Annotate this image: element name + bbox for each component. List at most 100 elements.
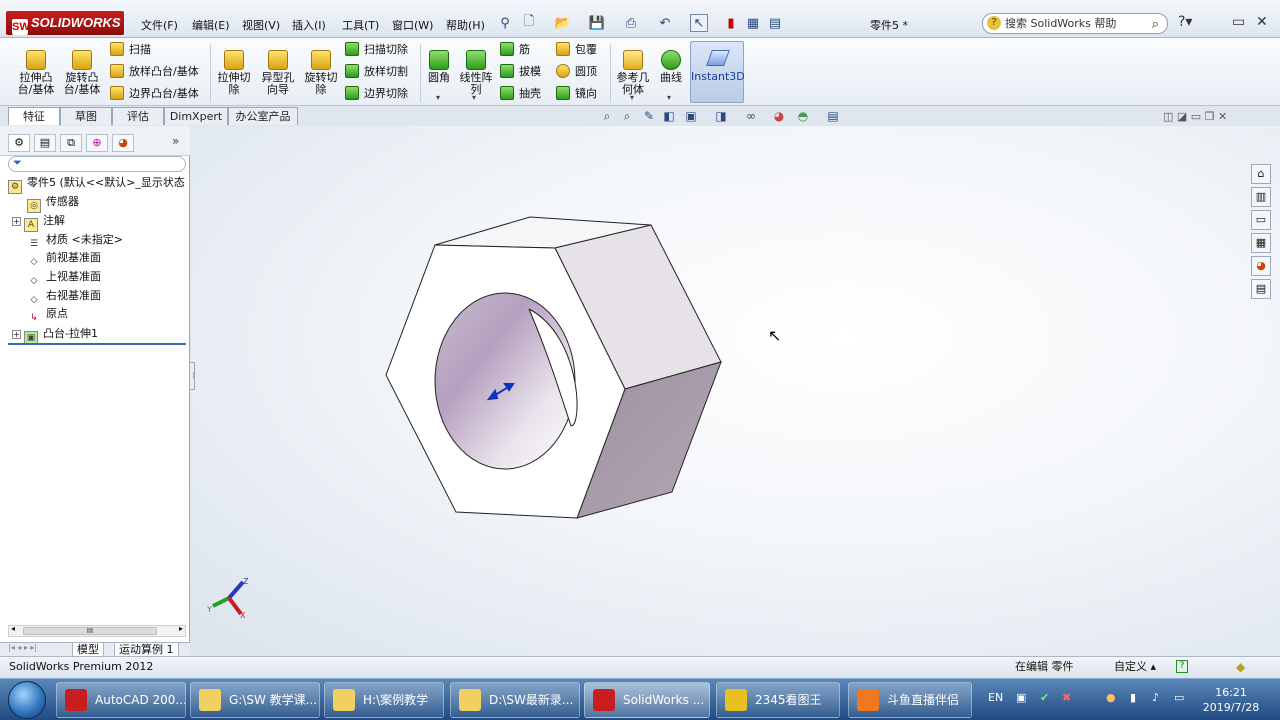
tray-security-icon[interactable]: ✔ [1040,691,1049,704]
menu-file[interactable]: 文件(F) [141,17,178,33]
dome-button[interactable]: 圆顶 [556,63,597,81]
edit-appearance-icon[interactable]: ◕ [771,108,787,124]
custom-properties-icon[interactable]: ▤ [1251,279,1271,299]
revolve-cut-button[interactable]: 旋转切 除 [300,42,342,96]
reference-triad[interactable]: Y Z X [205,576,253,620]
instant3d-button[interactable]: Instant3D [690,41,745,103]
menu-window[interactable]: 窗口(W) [392,17,433,33]
tree-item-boss-extrude[interactable]: + ▣ 凸台-拉伸1 [12,325,98,345]
resources-home-icon[interactable]: ⌂ [1251,164,1271,184]
start-button[interactable] [8,681,46,719]
search-icon[interactable]: ⌕ [1152,15,1159,34]
menu-help[interactable]: 帮助(H) [446,17,485,33]
hex-nut-model[interactable] [191,126,1251,656]
rib-button[interactable]: 筋 [500,41,530,59]
scroll-right-icon[interactable]: ▸ [179,624,183,633]
menu-edit[interactable]: 编辑(E) [192,17,230,33]
tree-filter-input[interactable]: ⏷ [8,156,186,172]
design-library-icon[interactable]: ▥ [1251,187,1271,207]
view-settings-icon[interactable]: ▤ [825,108,841,124]
property-manager-tab-icon[interactable]: ▤ [34,134,56,152]
tray-network-icon[interactable]: ▣ [1016,691,1026,704]
draft-button[interactable]: 拔模 [500,63,541,81]
expand-panel-icon[interactable]: » [172,134,179,148]
graphics-area[interactable]: ⋮ ⌕ ⌕ ✎ ◧ ▣ ◨ ∞ ◕ ◓ ▤ ◫ ◪ ▭ ❐ ✕ ⌂ ▥ ▭ ▦ … [189,109,1280,656]
tab-nav-icons[interactable]: |◂ ◂ ▸ ▸| [8,643,37,652]
configuration-manager-tab-icon[interactable]: ⧉ [60,134,82,152]
loft-boss-button[interactable]: 放样凸台/基体 [110,63,199,81]
pattern-dropdown-icon[interactable]: ▾ [472,93,476,102]
scroll-left-icon[interactable]: ◂ [11,624,15,633]
mirror-button[interactable]: 镜向 [556,85,597,103]
tray-display-icon[interactable]: ▭ [1174,691,1184,704]
zoom-to-fit-icon[interactable]: ⌕ [599,108,615,124]
open-icon[interactable]: 📂 [554,14,572,32]
fillet-dropdown-icon[interactable]: ▾ [436,93,440,102]
tab-model[interactable]: 模型 [72,643,104,657]
extrude-cut-button[interactable]: 拉伸切 除 [214,42,254,96]
viewport-window-controls[interactable]: ◫ ◪ ▭ ❐ ✕ [1163,110,1227,123]
file-explorer-icon[interactable]: ▭ [1251,210,1271,230]
swept-cut-button[interactable]: 扫描切除 [345,41,408,59]
sweep-button[interactable]: 扫描 [110,41,151,59]
scroll-thumb[interactable]: III [23,627,157,635]
fillet-button[interactable]: 圆角 [424,42,454,84]
tree-item-top-plane[interactable]: ◇ 上视基准面 [27,268,101,286]
tree-item-sensors[interactable]: ◎ 传感器 [27,193,79,213]
tree-item-front-plane[interactable]: ◇ 前视基准面 [27,249,101,267]
help-search-input[interactable]: ? 搜索 SolidWorks 帮助 ⌕ [982,13,1168,34]
taskbar-autocad[interactable]: AutoCAD 200... [56,682,186,718]
reference-geometry-button[interactable]: 参考几 何体 [614,42,652,96]
display-style-icon[interactable]: ◨ [713,108,729,124]
boundary-boss-button[interactable]: 边界凸台/基体 [110,85,199,103]
save-icon[interactable]: 💾 [588,14,606,32]
system-clock[interactable]: 16:21 2019/7/28 [1196,685,1266,715]
apply-scene-icon[interactable]: ◓ [795,108,811,124]
tree-item-annotations[interactable]: + A 注解 [12,212,65,232]
appearances-icon[interactable]: ◕ [1251,256,1271,276]
help-dropdown-icon[interactable]: ?▾ [1178,14,1192,30]
tab-office-products[interactable]: 办公室产品 [228,107,298,125]
curves-button[interactable]: 曲线 [656,42,686,84]
horizontal-scrollbar[interactable]: ◂ III ▸ [8,624,186,637]
file-properties-icon[interactable]: ▦ [744,14,762,32]
taskbar-image-viewer[interactable]: 2345看图王 [716,682,840,718]
tray-antivirus-icon[interactable]: ✖ [1062,691,1071,704]
taskbar-folder-g[interactable]: G:\SW 教学课... [190,682,320,718]
tree-item-material[interactable]: ☰ 材质 <未指定> [27,231,123,249]
lofted-cut-button[interactable]: 放样切割 [345,63,408,81]
pin-icon[interactable]: ⚲ [496,14,514,32]
taskbar-folder-h[interactable]: H:\案例教学 [324,682,444,718]
feature-manager-tab-icon[interactable]: ⚙ [8,134,30,152]
tab-motion-study[interactable]: 运动算例 1 [114,643,179,657]
units-custom-button[interactable]: 自定义 ▴ [1114,657,1156,677]
rebuild-icon[interactable]: ▮ [722,14,740,32]
new-document-icon[interactable]: 🗋 [520,14,538,32]
hole-wizard-button[interactable]: 异型孔 向导 [256,42,300,96]
view-palette-icon[interactable]: ▦ [1251,233,1271,253]
curves-dropdown-icon[interactable]: ▾ [667,93,671,102]
zoom-to-area-icon[interactable]: ⌕ [619,108,635,124]
tray-volume-icon[interactable]: ♪ [1152,691,1159,704]
tray-update-icon[interactable]: ● [1106,691,1116,704]
menu-tools[interactable]: 工具(T) [342,17,379,33]
menu-view[interactable]: 视图(V) [242,17,280,33]
linear-pattern-button[interactable]: 线性阵 列 [456,42,496,96]
tab-sketch[interactable]: 草图 [60,107,112,125]
extrude-boss-button[interactable]: 拉伸凸 台/基体 [14,42,58,96]
solidworks-logo[interactable]: SWSOLIDWORKS [6,11,124,35]
tray-battery-icon[interactable]: ▮ [1130,691,1136,704]
tab-dimxpert[interactable]: DimXpert [164,107,228,125]
print-icon[interactable]: ⎙ [622,14,640,32]
close-icon[interactable]: ✕ [1256,14,1268,30]
tree-item-right-plane[interactable]: ◇ 右视基准面 [27,287,101,305]
display-manager-tab-icon[interactable]: ◕ [112,134,134,152]
select-icon[interactable]: ↖ [690,14,708,32]
taskbar-folder-d[interactable]: D:\SW最新录... [450,682,580,718]
tree-root[interactable]: ⚙ 零件5 (默认<<默认>_显示状态 [8,174,185,194]
section-view-icon[interactable]: ◧ [661,108,677,124]
tab-features[interactable]: 特征 [8,107,60,125]
tab-evaluate[interactable]: 评估 [112,107,164,125]
taskbar-douyu[interactable]: 斗鱼直播伴侣 [848,682,972,718]
boundary-cut-button[interactable]: 边界切除 [345,85,408,103]
